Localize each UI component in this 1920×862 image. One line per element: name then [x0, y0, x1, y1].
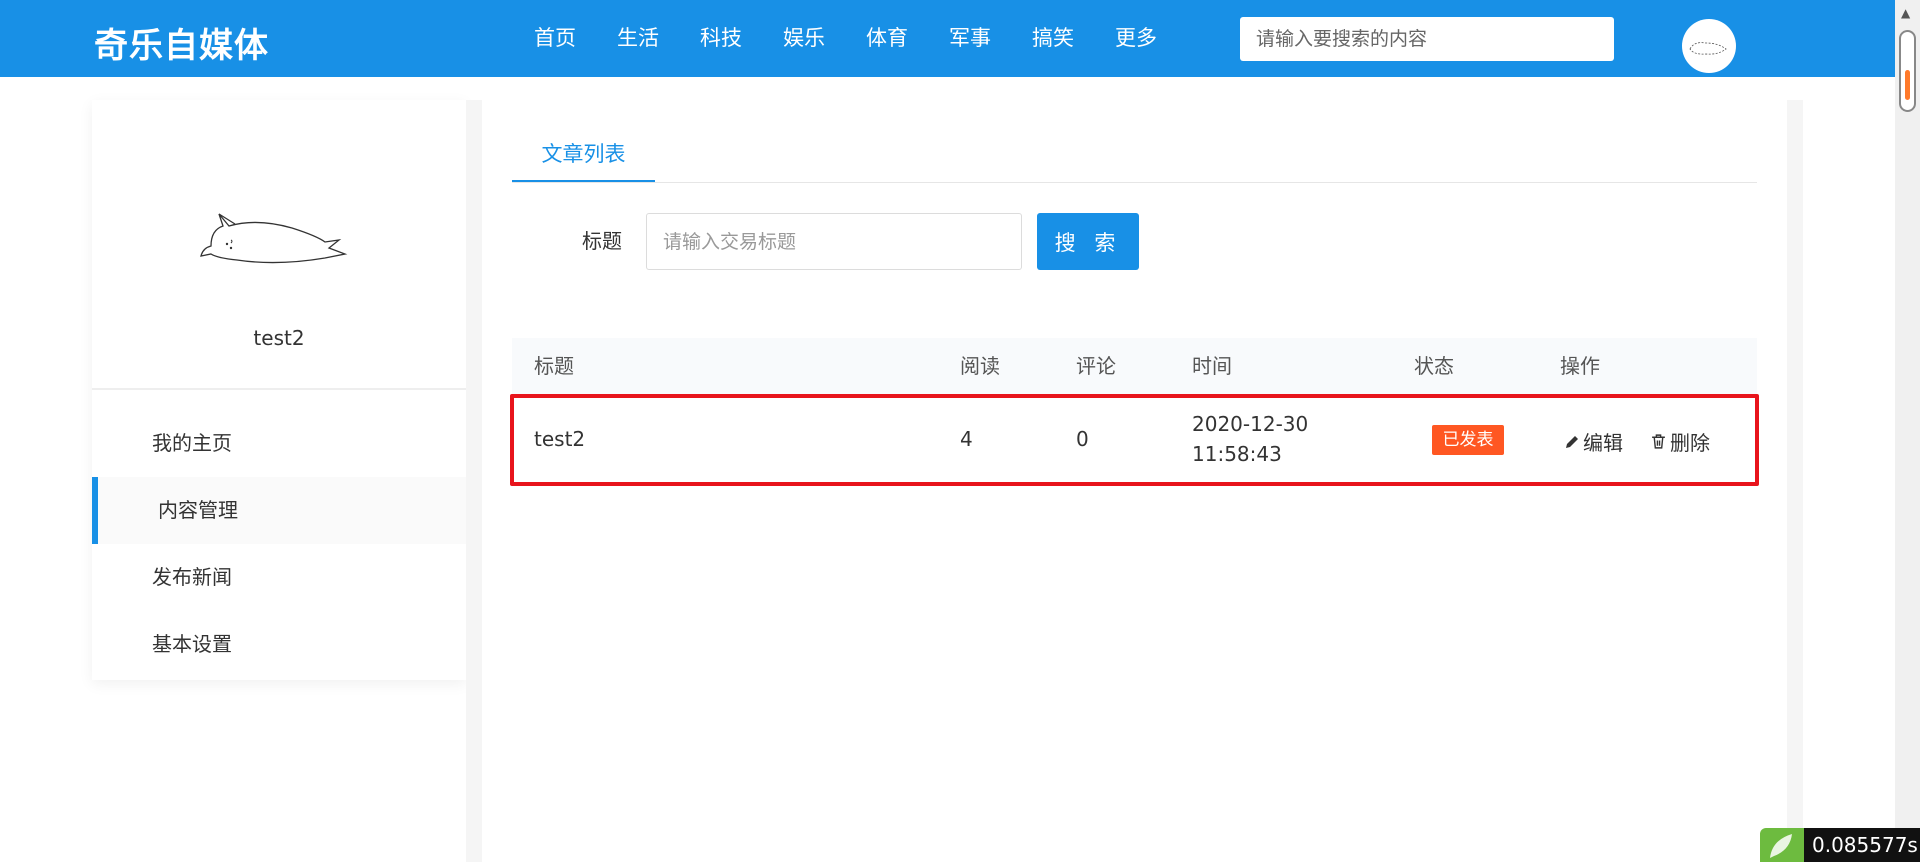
nav-item-entertainment[interactable]: 娱乐	[783, 0, 825, 77]
row-reads: 4	[960, 427, 973, 451]
top-header: 奇乐自媒体 首页 生活 科技 娱乐 体育 军事 搞笑 更多	[0, 0, 1895, 77]
sidebar-item-publish-news[interactable]: 发布新闻	[92, 544, 466, 611]
title-filter-input[interactable]	[646, 213, 1022, 270]
site-logo[interactable]: 奇乐自媒体	[94, 18, 269, 67]
column-header-time: 时间	[1192, 354, 1232, 378]
row-title[interactable]: test2	[534, 427, 585, 451]
column-header-status: 状态	[1414, 354, 1454, 378]
scroll-thumb[interactable]	[1899, 30, 1916, 112]
column-header-reads: 阅读	[960, 354, 1000, 378]
edit-action[interactable]: 编辑	[1564, 427, 1623, 456]
row-time: 11:58:43	[1192, 442, 1282, 466]
tab-article-list[interactable]: 文章列表	[512, 136, 655, 183]
main-nav: 首页 生活 科技 娱乐 体育 军事 搞笑 更多	[534, 0, 1198, 77]
profile-username: test2	[253, 326, 305, 350]
sidebar-item-home[interactable]: 我的主页	[92, 410, 466, 477]
avatar-sketch-icon	[1689, 42, 1727, 55]
nav-item-life[interactable]: 生活	[617, 0, 659, 77]
nav-item-sports[interactable]: 体育	[866, 0, 908, 77]
leaf-icon	[1760, 828, 1804, 862]
profile-picture	[200, 213, 348, 264]
sidebar-item-basic-settings[interactable]: 基本设置	[92, 611, 466, 678]
nav-item-military[interactable]: 军事	[949, 0, 991, 77]
user-avatar[interactable]	[1682, 19, 1736, 73]
tab-divider	[512, 182, 1757, 183]
row-date: 2020-12-30	[1192, 412, 1309, 436]
table-row: test2 4 0 2020-12-30 11:58:43 已发表 编辑 删除	[510, 394, 1759, 486]
column-header-title: 标题	[534, 354, 574, 378]
delete-action[interactable]: 删除	[1650, 427, 1710, 456]
table-header: 标题 阅读 评论 时间 状态 操作	[512, 338, 1757, 394]
pencil-icon	[1566, 435, 1578, 448]
nav-item-tech[interactable]: 科技	[700, 0, 742, 77]
site-search-input[interactable]	[1240, 17, 1614, 61]
render-timer: 0.085577s	[1804, 828, 1920, 862]
sidebar: test2 我的主页 内容管理 发布新闻 基本设置	[92, 100, 466, 680]
edit-label: 编辑	[1583, 431, 1623, 455]
sidebar-item-content-management[interactable]: 内容管理	[92, 477, 466, 544]
sidebar-divider	[92, 388, 466, 390]
nav-item-home[interactable]: 首页	[534, 0, 576, 77]
leaf-shape	[1770, 834, 1792, 858]
main-panel: 文章列表 标题 搜 索 标题 阅读 评论 时间 状态 操作 test2 4 0 …	[482, 100, 1787, 862]
status-badge: 已发表	[1432, 425, 1504, 455]
nav-item-funny[interactable]: 搞笑	[1032, 0, 1074, 77]
row-comments: 0	[1076, 427, 1089, 451]
page-scrollbar[interactable]: ▲	[1895, 0, 1920, 862]
search-button[interactable]: 搜 索	[1037, 213, 1139, 270]
nav-item-more[interactable]: 更多	[1115, 0, 1157, 77]
title-filter-label: 标题	[582, 229, 622, 253]
scroll-up-arrow-icon[interactable]: ▲	[1901, 6, 1910, 20]
delete-label: 删除	[1670, 431, 1710, 455]
column-header-comments: 评论	[1076, 354, 1116, 378]
column-header-actions: 操作	[1560, 354, 1600, 378]
trash-icon	[1652, 434, 1665, 449]
